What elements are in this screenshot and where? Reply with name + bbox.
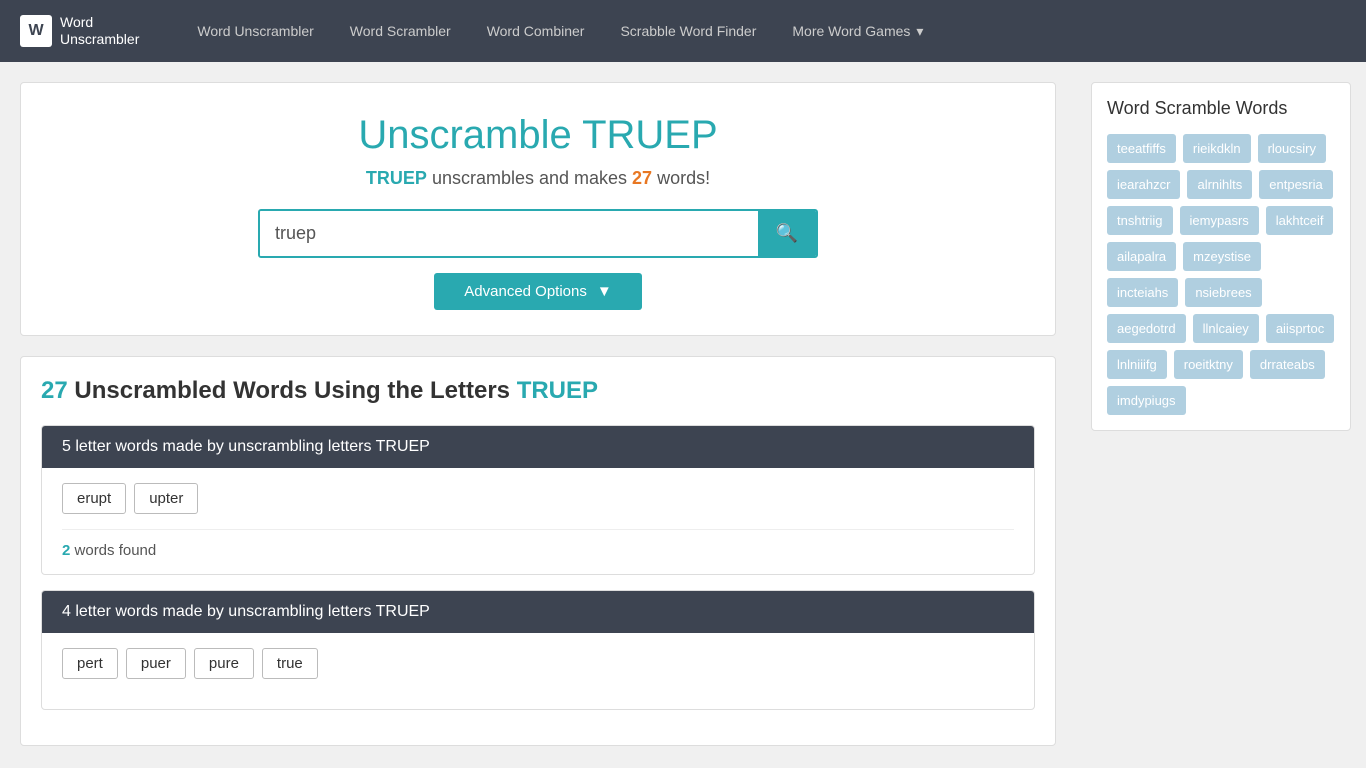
results-section: 27 Unscrambled Words Using the Letters T… bbox=[20, 356, 1056, 746]
chevron-down-icon: ▼ bbox=[597, 283, 612, 300]
word-group-4: 4 letter words made by unscrambling lett… bbox=[41, 590, 1035, 710]
advanced-options-button[interactable]: Advanced Options ▼ bbox=[434, 273, 641, 310]
sidebar-tag[interactable]: incteiahs bbox=[1107, 278, 1178, 307]
nav-word-scrambler[interactable]: Word Scrambler bbox=[332, 0, 469, 62]
logo-icon: W bbox=[20, 15, 52, 47]
chevron-down-icon: ▾ bbox=[916, 23, 923, 40]
sidebar-tag[interactable]: rloucsiry bbox=[1258, 134, 1326, 163]
sidebar-tag[interactable]: entpesria bbox=[1259, 170, 1332, 199]
page-wrapper: Unscramble TRUEP TRUEP unscrambles and m… bbox=[0, 62, 1366, 766]
nav-word-unscrambler[interactable]: Word Unscrambler bbox=[179, 0, 331, 62]
sidebar-tag[interactable]: roeitktny bbox=[1174, 350, 1243, 379]
results-letters: TRUEP bbox=[517, 377, 598, 404]
sidebar-box: Word Scramble Words teeatfiffsrieikdklnr… bbox=[1091, 82, 1351, 431]
results-title-text: Unscrambled Words Using the Letters bbox=[74, 377, 516, 404]
nav-word-combiner[interactable]: Word Combiner bbox=[469, 0, 603, 62]
sidebar-tag[interactable]: imdypiugs bbox=[1107, 386, 1186, 415]
sidebar-tag[interactable]: lnlniiifg bbox=[1107, 350, 1167, 379]
word-tag[interactable]: puer bbox=[126, 648, 186, 679]
sidebar-tag[interactable]: iemypasrs bbox=[1180, 206, 1259, 235]
sidebar-tag[interactable]: drrateabs bbox=[1250, 350, 1325, 379]
word-group-4-body: pert puer pure true bbox=[42, 633, 1034, 709]
advanced-label: Advanced Options bbox=[464, 283, 587, 300]
word-group-5-header: 5 letter words made by unscrambling lett… bbox=[42, 426, 1034, 468]
hero-count: 27 bbox=[632, 168, 652, 188]
count-number-5: 2 bbox=[62, 542, 70, 559]
results-count: 27 bbox=[41, 377, 68, 404]
word-tag[interactable]: pure bbox=[194, 648, 254, 679]
main-content: Unscramble TRUEP TRUEP unscrambles and m… bbox=[0, 62, 1076, 766]
navigation: W Word Unscrambler Word Unscrambler Word… bbox=[0, 0, 1366, 62]
sidebar-tag[interactable]: iearahzcr bbox=[1107, 170, 1180, 199]
sidebar-tag[interactable]: tnshtriig bbox=[1107, 206, 1173, 235]
word-tags-5: erupt upter bbox=[62, 483, 1014, 514]
hero-subtitle: TRUEP unscrambles and makes 27 words! bbox=[41, 168, 1035, 189]
nav-more-label: More Word Games bbox=[792, 23, 910, 39]
search-bar: 🔍 bbox=[258, 209, 818, 258]
sidebar-tag[interactable]: ailapalra bbox=[1107, 242, 1176, 271]
hero-word: TRUEP bbox=[366, 168, 427, 188]
word-tag[interactable]: pert bbox=[62, 648, 118, 679]
nav-more-dropdown[interactable]: More Word Games ▾ bbox=[774, 0, 941, 62]
word-tag[interactable]: upter bbox=[134, 483, 198, 514]
sidebar-tag[interactable]: lakhtceif bbox=[1266, 206, 1334, 235]
hero-section: Unscramble TRUEP TRUEP unscrambles and m… bbox=[20, 82, 1056, 336]
sidebar-tag[interactable]: rieikdkln bbox=[1183, 134, 1251, 163]
hero-text: unscrambles and makes bbox=[432, 168, 632, 188]
logo-text: Word Unscrambler bbox=[60, 14, 139, 48]
search-icon: 🔍 bbox=[776, 223, 798, 243]
hero-end: words! bbox=[657, 168, 710, 188]
sidebar-tag[interactable]: llnlcaiey bbox=[1193, 314, 1259, 343]
sidebar: Word Scramble Words teeatfiffsrieikdklnr… bbox=[1076, 62, 1366, 766]
sidebar-tag[interactable]: alrnihlts bbox=[1187, 170, 1252, 199]
sidebar-tag[interactable]: nsiebrees bbox=[1185, 278, 1261, 307]
sidebar-tags: teeatfiffsrieikdklnrloucsiry iearahzcralr… bbox=[1107, 134, 1335, 415]
word-group-5-body: erupt upter 2 words found bbox=[42, 468, 1034, 574]
results-title: 27 Unscrambled Words Using the Letters T… bbox=[41, 377, 1035, 405]
word-tag[interactable]: true bbox=[262, 648, 318, 679]
sidebar-tag[interactable]: aiisprtoc bbox=[1266, 314, 1334, 343]
logo-link[interactable]: W Word Unscrambler bbox=[20, 14, 139, 48]
sidebar-tag[interactable]: teeatfiffs bbox=[1107, 134, 1176, 163]
word-count-5: 2 words found bbox=[62, 529, 1014, 559]
search-input[interactable] bbox=[260, 211, 758, 256]
word-tags-4: pert puer pure true bbox=[62, 648, 1014, 679]
sidebar-title: Word Scramble Words bbox=[1107, 98, 1335, 119]
count-text-5: words found bbox=[75, 542, 157, 559]
sidebar-tag[interactable]: mzeystise bbox=[1183, 242, 1261, 271]
nav-scrabble-finder[interactable]: Scrabble Word Finder bbox=[602, 0, 774, 62]
word-group-5: 5 letter words made by unscrambling lett… bbox=[41, 425, 1035, 575]
page-title: Unscramble TRUEP bbox=[41, 113, 1035, 158]
nav-links: Word Unscrambler Word Scrambler Word Com… bbox=[179, 0, 941, 62]
sidebar-tag[interactable]: aegedotrd bbox=[1107, 314, 1186, 343]
word-group-4-header: 4 letter words made by unscrambling lett… bbox=[42, 591, 1034, 633]
word-tag[interactable]: erupt bbox=[62, 483, 126, 514]
search-button[interactable]: 🔍 bbox=[758, 211, 816, 256]
